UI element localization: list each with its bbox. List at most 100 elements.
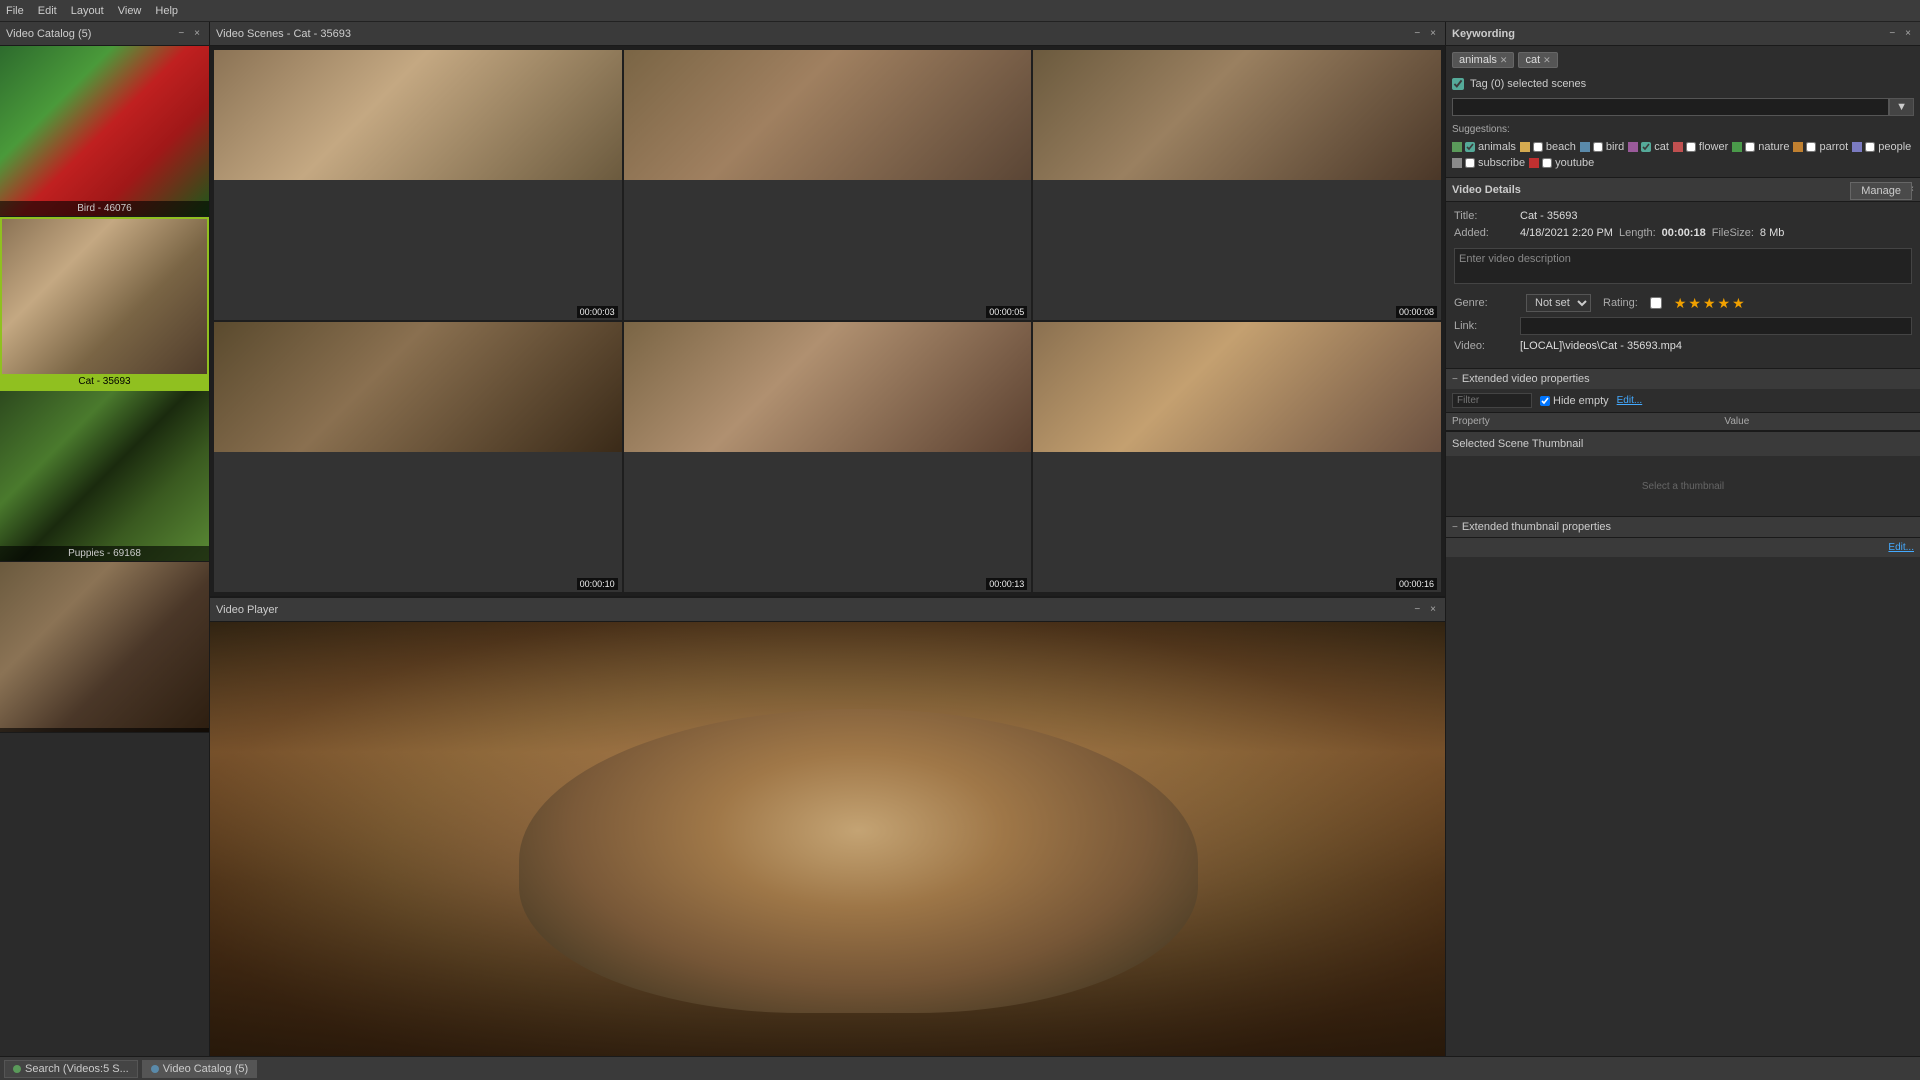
keyword-tag-cat[interactable]: cat ✕	[1518, 52, 1557, 68]
tag-selected-checkbox[interactable]	[1452, 78, 1464, 90]
suggestion-nature-check[interactable]	[1745, 142, 1755, 152]
suggestion-nature[interactable]: nature	[1732, 141, 1789, 153]
extended-video-properties: − Extended video properties Hide empty E…	[1446, 368, 1920, 431]
suggestion-cat[interactable]: cat	[1628, 141, 1669, 153]
suggestion-people-check[interactable]	[1865, 142, 1875, 152]
tag-dropdown-btn[interactable]: ▼	[1889, 98, 1914, 116]
keyword-tag-cat-remove[interactable]: ✕	[1543, 55, 1551, 66]
tag-selected-row: Tag (0) selected scenes	[1446, 74, 1920, 94]
suggestion-bird-label: bird	[1606, 141, 1624, 153]
star-4[interactable]: ★	[1718, 295, 1731, 312]
star-5[interactable]: ★	[1732, 295, 1745, 312]
suggestion-youtube[interactable]: youtube	[1529, 157, 1594, 169]
vd-genre-select[interactable]: Not set	[1526, 294, 1591, 312]
suggestion-parrot-check[interactable]	[1806, 142, 1816, 152]
suggestion-flower-check[interactable]	[1686, 142, 1696, 152]
menu-layout[interactable]: Layout	[71, 5, 104, 17]
vd-rating-label: Rating:	[1603, 297, 1638, 309]
manage-button[interactable]: Manage	[1850, 182, 1912, 200]
player-close-btn[interactable]: ×	[1427, 603, 1439, 616]
ext-hide-empty-check[interactable]	[1540, 396, 1550, 406]
vd-video-label: Video:	[1454, 340, 1514, 352]
ext-thumb-edit-btn[interactable]: Edit...	[1888, 542, 1914, 553]
suggestion-youtube-label: youtube	[1555, 157, 1594, 169]
suggestions-row: animals beach bird cat	[1446, 137, 1920, 177]
catalog-item-cat2[interactable]	[0, 562, 209, 733]
vd-link-input[interactable]	[1520, 317, 1912, 335]
player-viewport[interactable]	[210, 622, 1445, 1056]
scene-thumb-2[interactable]: 00:00:05	[624, 50, 1032, 320]
menu-help[interactable]: Help	[155, 5, 178, 17]
vd-description-field[interactable]: Enter video description	[1454, 248, 1912, 284]
player-title: Video Player	[216, 604, 278, 616]
ext-filter-input[interactable]	[1452, 393, 1532, 408]
menu-edit[interactable]: Edit	[38, 5, 57, 17]
suggestion-people[interactable]: people	[1852, 141, 1911, 153]
scene-thumb-1[interactable]: 00:00:03	[214, 50, 622, 320]
player-minimize-btn[interactable]: −	[1411, 603, 1423, 616]
keywording-close-btn[interactable]: ×	[1902, 27, 1914, 40]
sst-content: Select a thumbnail	[1446, 456, 1920, 516]
vd-description-row: Enter video description	[1454, 244, 1912, 294]
scene-thumb-6[interactable]: 00:00:16	[1033, 322, 1441, 592]
catalog-item-cat[interactable]: Cat - 35693	[0, 217, 209, 391]
star-2[interactable]: ★	[1688, 295, 1701, 312]
ext-panel-header[interactable]: − Extended video properties	[1446, 369, 1920, 389]
search-tab-icon	[13, 1065, 21, 1073]
keyword-tag-animals[interactable]: animals ✕	[1452, 52, 1514, 68]
vd-video-path: [LOCAL]\videos\Cat - 35693.mp4	[1520, 340, 1682, 352]
scene-thumb-4[interactable]: 00:00:10	[214, 322, 622, 592]
tag-input-row: ▼	[1446, 94, 1920, 120]
scenes-close-btn[interactable]: ×	[1427, 27, 1439, 40]
catalog-close-btn[interactable]: ×	[191, 27, 203, 40]
star-1[interactable]: ★	[1674, 295, 1687, 312]
suggestion-animals-check[interactable]	[1465, 142, 1475, 152]
keywording-minimize-btn[interactable]: −	[1886, 27, 1898, 40]
vd-length-value: 00:00:18	[1662, 227, 1706, 239]
star-3[interactable]: ★	[1703, 295, 1716, 312]
suggestion-parrot[interactable]: parrot	[1793, 141, 1848, 153]
vd-genre-label: Genre:	[1454, 297, 1514, 309]
catalog-list: Bird - 46076 Cat - 35693 Puppies - 69168	[0, 46, 209, 1056]
catalog-title: Video Catalog (5)	[6, 28, 91, 40]
main-layout: Video Catalog (5) − × Bird - 46076 Cat -…	[0, 22, 1920, 1056]
vd-title: Video Details	[1452, 184, 1521, 196]
vd-filesize-value: 8 Mb	[1760, 227, 1784, 239]
suggestion-youtube-check[interactable]	[1542, 158, 1552, 168]
vd-title-row: Title: Cat - 35693	[1454, 210, 1912, 222]
suggestion-beach-check[interactable]	[1533, 142, 1543, 152]
suggestion-subscribe-check[interactable]	[1465, 158, 1475, 168]
player-panel: Video Player − ×	[210, 596, 1445, 1056]
tag-input-field[interactable]	[1452, 98, 1889, 116]
catalog-minimize-btn[interactable]: −	[175, 27, 187, 40]
vd-title-label: Title:	[1454, 210, 1514, 222]
scenes-grid: 00:00:03 00:00:05 00:00:08 00:00:10 00:0…	[210, 46, 1445, 596]
ext-edit-button[interactable]: Edit...	[1617, 395, 1643, 406]
ext-thumb-header[interactable]: − Extended thumbnail properties	[1446, 517, 1920, 537]
suggestion-flower-label: flower	[1699, 141, 1728, 153]
suggestion-animals[interactable]: animals	[1452, 141, 1516, 153]
scene-thumb-3[interactable]: 00:00:08	[1033, 50, 1441, 320]
scene-thumb-5[interactable]: 00:00:13	[624, 322, 1032, 592]
keyword-tag-animals-remove[interactable]: ✕	[1500, 55, 1508, 66]
menu-view[interactable]: View	[118, 5, 142, 17]
ext-toggle-icon: −	[1452, 374, 1458, 385]
catalog-item-puppies[interactable]: Puppies - 69168	[0, 391, 209, 562]
keywording-header: Keywording − ×	[1446, 22, 1920, 46]
suggestion-bird-check[interactable]	[1593, 142, 1603, 152]
vd-content: Title: Cat - 35693 Added: 4/18/2021 2:20…	[1446, 202, 1920, 368]
suggestion-flower[interactable]: flower	[1673, 141, 1728, 153]
rating-checkbox-input[interactable]	[1650, 297, 1662, 309]
bottom-tab-search[interactable]: Search (Videos:5 S...	[4, 1060, 138, 1078]
menu-file[interactable]: File	[6, 5, 24, 17]
scene-time-1: 00:00:03	[577, 306, 618, 318]
ext-hide-empty-label[interactable]: Hide empty	[1540, 395, 1609, 407]
suggestion-subscribe[interactable]: subscribe	[1452, 157, 1525, 169]
suggestion-bird[interactable]: bird	[1580, 141, 1624, 153]
scenes-minimize-btn[interactable]: −	[1411, 27, 1423, 40]
suggestion-cat-check[interactable]	[1641, 142, 1651, 152]
suggestion-beach[interactable]: beach	[1520, 141, 1576, 153]
keywording-panel: Keywording − × animals ✕ cat ✕ Tag (0)	[1446, 22, 1920, 178]
bottom-tab-catalog[interactable]: Video Catalog (5)	[142, 1060, 257, 1078]
catalog-item-bird[interactable]: Bird - 46076	[0, 46, 209, 217]
